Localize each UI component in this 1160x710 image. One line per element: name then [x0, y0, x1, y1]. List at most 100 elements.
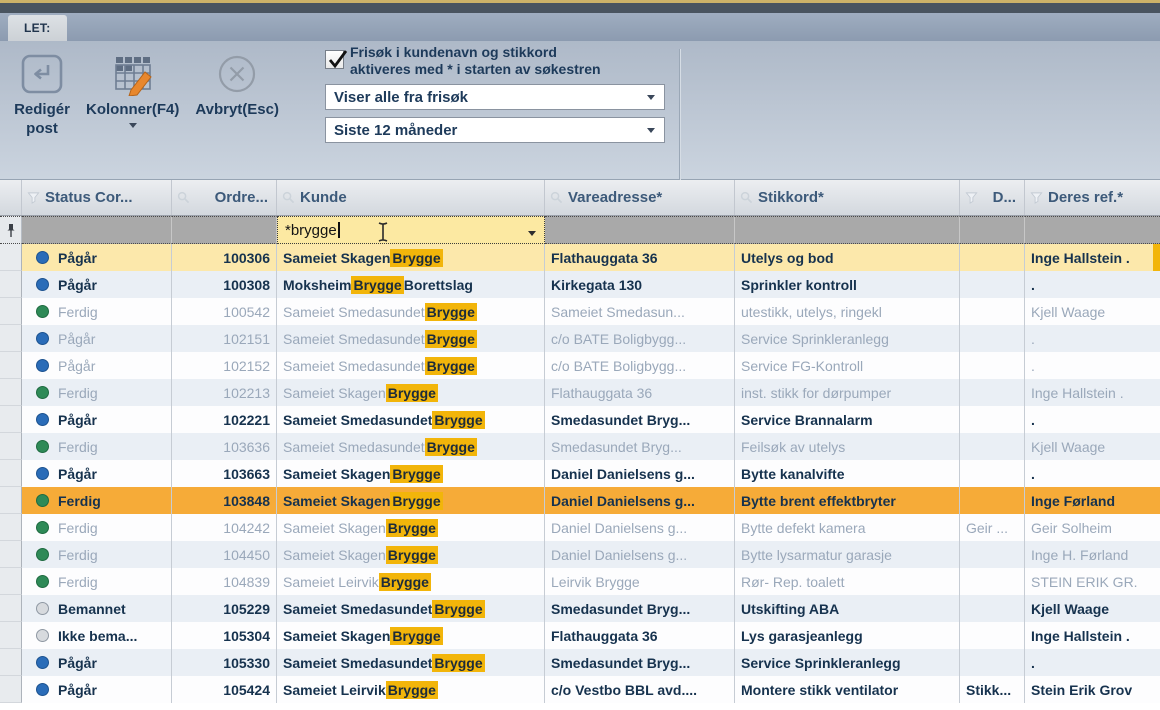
status-label: Pågår	[58, 466, 97, 482]
row-indicator[interactable]	[0, 622, 22, 649]
row-indicator[interactable]	[0, 541, 22, 568]
cancel-circle-icon	[214, 49, 260, 99]
filter-cell-d[interactable]	[960, 216, 1025, 244]
column-header-kunde[interactable]: Kunde	[277, 180, 545, 215]
cell-status: Pågår	[22, 649, 172, 676]
cell-ordre: 103663	[172, 460, 277, 487]
column-header-ordre[interactable]: Ordre...	[172, 180, 277, 215]
table-columns-pencil-icon	[109, 49, 157, 99]
table-row[interactable]: Pågår105424Sameiet Leirvik Bryggec/o Ves…	[0, 676, 1160, 703]
status-dot	[36, 629, 49, 642]
tab-let[interactable]: LET:	[8, 15, 67, 41]
table-row[interactable]: Pågår105330Sameiet Smedasundet BryggeSme…	[0, 649, 1160, 676]
table-row[interactable]: Ferdig102213Sameiet Skagen BryggeFlathau…	[0, 379, 1160, 406]
cell-deres-ref: Inge Hallstein .	[1025, 244, 1160, 271]
frisok-scope-dropdown[interactable]: Viser alle fra frisøk	[325, 84, 665, 110]
kunde-text: Sameiet Skagen	[283, 466, 390, 482]
row-indicator[interactable]	[0, 244, 22, 271]
row-indicator[interactable]	[0, 487, 22, 514]
table-row[interactable]: Ferdig103636Sameiet Smedasundet BryggeSm…	[0, 433, 1160, 460]
row-indicator[interactable]	[0, 352, 22, 379]
table-row[interactable]: Ikke bema...105304Sameiet Skagen BryggeF…	[0, 622, 1160, 649]
match-highlight: Brygge	[390, 249, 442, 267]
table-row[interactable]: Ferdig104450Sameiet Skagen BryggeDaniel …	[0, 541, 1160, 568]
match-highlight: Brygge	[390, 492, 442, 510]
filter-cell-status[interactable]	[22, 216, 172, 244]
row-indicator[interactable]	[0, 325, 22, 352]
filter-cell-deres-ref[interactable]	[1025, 216, 1160, 244]
table-row[interactable]: Ferdig100542Sameiet Smedasundet BryggeSa…	[0, 298, 1160, 325]
kunde-text: Sameiet Leirvik	[283, 682, 386, 698]
status-dot	[36, 467, 49, 480]
period-dropdown[interactable]: Siste 12 måneder	[325, 117, 665, 143]
kunde-text: Sameiet Skagen	[283, 493, 390, 509]
edit-post-button[interactable]: Redigér post	[6, 45, 78, 139]
status-dot	[36, 494, 49, 507]
cell-kunde: Sameiet Smedasundet Brygge	[277, 406, 545, 433]
cell-stikkord: Rør- Rep. toalett	[735, 568, 960, 595]
cell-vareadresse: Sameiet Smedasun...	[545, 298, 735, 325]
row-indicator[interactable]	[0, 460, 22, 487]
cell-status: Ferdig	[22, 514, 172, 541]
row-indicator[interactable]	[0, 379, 22, 406]
cell-kunde: Sameiet Skagen Brygge	[277, 460, 545, 487]
cell-stikkord: Feilsøk av utelys	[735, 433, 960, 460]
cell-d	[960, 622, 1025, 649]
cell-kunde: Sameiet Leirvik Brygge	[277, 568, 545, 595]
table-row[interactable]: Ferdig104242Sameiet Skagen BryggeDaniel …	[0, 514, 1160, 541]
row-indicator[interactable]	[0, 514, 22, 541]
row-indicator[interactable]	[0, 676, 22, 703]
search-icon	[282, 191, 295, 204]
row-indicator[interactable]	[0, 568, 22, 595]
status-dot	[36, 656, 49, 669]
row-indicator[interactable]	[0, 406, 22, 433]
column-header-vareadresse[interactable]: Vareadresse*	[545, 180, 735, 215]
kunde-filter-input[interactable]: *brygge	[277, 216, 545, 244]
filter-cell-ordre[interactable]	[172, 216, 277, 244]
status-label: Pågår	[58, 412, 97, 428]
table-row[interactable]: Pågår100306Sameiet Skagen BryggeFlathaug…	[0, 244, 1160, 271]
kunde-text: Sameiet Smedasundet	[283, 358, 425, 374]
column-header-status[interactable]: Status Cor...	[22, 180, 172, 215]
cancel-esc-label: Avbryt(Esc)	[195, 101, 279, 120]
status-label: Pågår	[58, 358, 95, 374]
table-row[interactable]: Pågår102152Sameiet Smedasundet Bryggec/o…	[0, 352, 1160, 379]
cell-vareadresse: Smedasundet Bryg...	[545, 649, 735, 676]
table-row[interactable]: Ferdig104839Sameiet Leirvik BryggeLeirvi…	[0, 568, 1160, 595]
chevron-down-icon	[528, 231, 536, 236]
row-indicator[interactable]	[0, 649, 22, 676]
cell-deres-ref: STEIN ERIK GR.	[1025, 568, 1160, 595]
table-row[interactable]: Pågår102151Sameiet Smedasundet Bryggec/o…	[0, 325, 1160, 352]
filter-cell-stikkord[interactable]	[735, 216, 960, 244]
cell-deres-ref: .	[1025, 406, 1160, 433]
cell-d	[960, 271, 1025, 298]
status-label: Pågår	[58, 655, 97, 671]
cancel-esc-button[interactable]: Avbryt(Esc)	[187, 45, 287, 139]
frisok-checkbox[interactable]	[325, 50, 344, 69]
row-indicator[interactable]	[0, 433, 22, 460]
columns-f4-button[interactable]: Kolonner(F4)	[78, 45, 187, 139]
cell-status: Pågår	[22, 406, 172, 433]
status-dot	[36, 305, 49, 318]
cell-kunde: Sameiet Smedasundet Brygge	[277, 352, 545, 379]
filter-cell-vareadresse[interactable]	[545, 216, 735, 244]
table-row[interactable]: Pågår102221Sameiet Smedasundet BryggeSme…	[0, 406, 1160, 433]
frisok-label-line1: Frisøk i kundenavn og stikkord	[350, 44, 680, 61]
table-row[interactable]: Pågår100308Moksheim Brygge BorettslagKir…	[0, 271, 1160, 298]
table-row[interactable]: Ferdig103848Sameiet Skagen BryggeDaniel …	[0, 487, 1160, 514]
cell-ordre: 103636	[172, 433, 277, 460]
table-row[interactable]: Bemannet105229Sameiet Smedasundet Brygge…	[0, 595, 1160, 622]
cell-vareadresse: Flathauggata 36	[545, 379, 735, 406]
row-indicator[interactable]	[0, 271, 22, 298]
cell-stikkord: Bytte brent effektbryter	[735, 487, 960, 514]
cell-d	[960, 460, 1025, 487]
column-header-stikkord[interactable]: Stikkord*	[735, 180, 960, 215]
row-indicator[interactable]	[0, 595, 22, 622]
column-header-d[interactable]: D...	[960, 180, 1025, 215]
kunde-text: Sameiet Skagen	[283, 520, 386, 536]
status-label: Ikke bema...	[58, 628, 137, 644]
match-highlight: Brygge	[379, 573, 431, 591]
column-header-deres-ref[interactable]: Deres ref.*	[1025, 180, 1160, 215]
table-row[interactable]: Pågår103663Sameiet Skagen BryggeDaniel D…	[0, 460, 1160, 487]
row-indicator[interactable]	[0, 298, 22, 325]
